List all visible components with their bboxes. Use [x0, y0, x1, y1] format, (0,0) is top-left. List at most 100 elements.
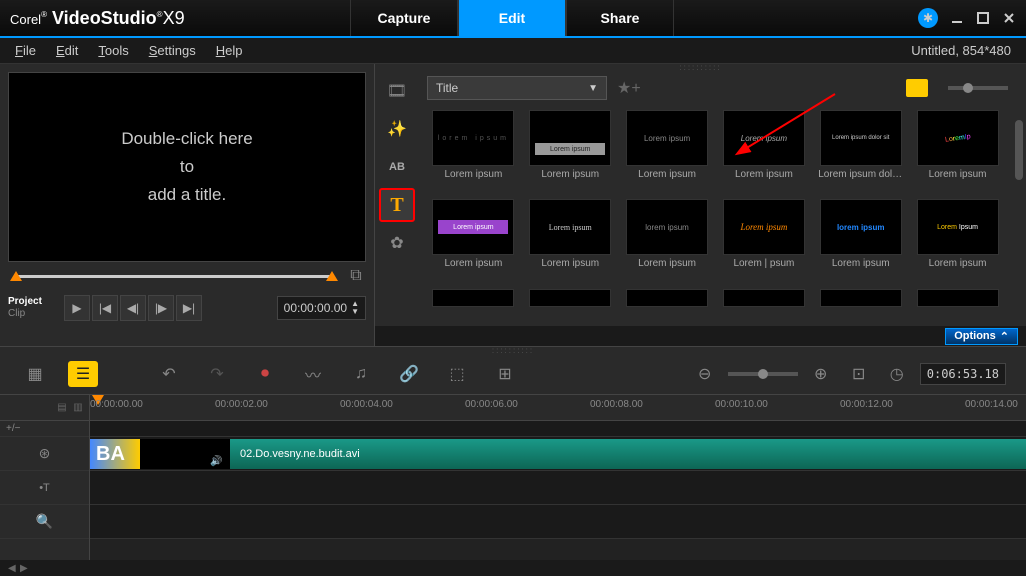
- category-instant-project-icon[interactable]: ✨: [379, 112, 415, 146]
- preview-placeholder-line: add a title.: [148, 181, 226, 209]
- thumbnail-view-button[interactable]: [906, 79, 928, 97]
- project-duration: 0:06:53.18: [920, 363, 1006, 385]
- tab-capture[interactable]: Capture: [350, 0, 458, 36]
- category-transition-icon[interactable]: AB: [379, 150, 415, 184]
- title-preset-thumbnail: Lorem ipsum: [626, 110, 708, 166]
- menu-settings[interactable]: Settings: [149, 43, 196, 58]
- track-menu-icon[interactable]: ▤: [55, 401, 69, 415]
- title-preset-item[interactable]: Lorem ipsumLorem ipsum: [621, 110, 714, 195]
- title-preset-item[interactable]: Lorem ipsumLorem | psum: [718, 199, 811, 284]
- go-start-button[interactable]: |◀: [92, 295, 118, 321]
- zoom-out-button[interactable]: ⊖: [690, 361, 720, 387]
- preview-screen[interactable]: Double-click here to add a title.: [8, 72, 366, 262]
- minimize-button[interactable]: [950, 11, 964, 25]
- timeline-zoom-slider[interactable]: [728, 372, 798, 376]
- redo-button[interactable]: ↷: [202, 361, 232, 387]
- subtitle-editor-icon[interactable]: ⬚: [442, 361, 472, 387]
- title-preset-item[interactable]: Lorem ipsumLorem ipsum: [524, 110, 617, 195]
- video-track-header[interactable]: ⊛: [0, 437, 89, 471]
- title-preset-item[interactable]: lorem ipsumLorem ipsum: [814, 199, 907, 284]
- timeline-ruler[interactable]: 00:00:00.0000:00:02.0000:00:04.0000:00:0…: [90, 395, 1026, 421]
- category-title-icon[interactable]: T: [379, 188, 415, 222]
- add-favorite-icon[interactable]: ★+: [617, 78, 641, 98]
- prev-frame-button[interactable]: ◀|: [120, 295, 146, 321]
- category-media-icon[interactable]: 🎞: [379, 74, 415, 108]
- guide-icon[interactable]: ✱: [918, 8, 938, 28]
- go-end-button[interactable]: ▶|: [176, 295, 202, 321]
- preview-timecode[interactable]: 00:00:00.00 ▲▼: [277, 296, 366, 320]
- title-preset-item[interactable]: Lorem IpsumLorem ipsum: [911, 199, 1004, 284]
- title-preset-item[interactable]: Lorem ipsum dolor sitLorem ipsum dolo...: [814, 110, 907, 195]
- enlarge-preview-icon[interactable]: ⧉: [346, 266, 366, 286]
- preview-panel: Double-click here to add a title. ⧉ Proj…: [0, 64, 374, 346]
- title-preset-item[interactable]: [427, 289, 520, 322]
- timeline-view-button[interactable]: ☰: [68, 361, 98, 387]
- storyboard-view-button[interactable]: ▦: [20, 361, 50, 387]
- playback-mode[interactable]: Project Clip: [8, 296, 64, 320]
- audio-icon: 🔊: [210, 456, 222, 467]
- mark-out-handle[interactable]: [326, 271, 338, 281]
- title-preset-item[interactable]: [814, 289, 907, 322]
- audio-mixer-icon[interactable]: 〰: [298, 361, 328, 387]
- scroll-right-icon[interactable]: ▶: [20, 563, 32, 574]
- track-tools[interactable]: +/−: [0, 421, 89, 437]
- category-graphic-icon[interactable]: ✿: [379, 226, 415, 260]
- auto-music-icon[interactable]: ♫: [346, 361, 376, 387]
- title-preset-item[interactable]: lorem ipsumLorem ipsum: [427, 110, 520, 195]
- menu-edit[interactable]: Edit: [56, 43, 78, 58]
- mark-in-handle[interactable]: [10, 271, 22, 281]
- title-preset-item[interactable]: Lorem ipsumLorem ipsum: [524, 199, 617, 284]
- scrub-bar[interactable]: [8, 269, 340, 283]
- title-preset-item[interactable]: [524, 289, 617, 322]
- library-scrollbar[interactable]: [1012, 106, 1026, 326]
- chapter-point-icon[interactable]: 🔗: [394, 361, 424, 387]
- undo-button[interactable]: ↶: [154, 361, 184, 387]
- close-button[interactable]: [1002, 11, 1016, 25]
- menu-file[interactable]: File: [15, 43, 36, 58]
- workflow-tabs: Capture Edit Share: [350, 0, 674, 36]
- title-preset-item[interactable]: lorem ipsumLorem ipsum: [621, 199, 714, 284]
- voice-track[interactable]: [90, 505, 1026, 539]
- multicam-icon[interactable]: ⊞: [490, 361, 520, 387]
- record-button[interactable]: ⏺: [250, 361, 280, 387]
- video-track[interactable]: BA 🔊 02.Do.vesny.ne.budit.avi: [90, 437, 1026, 471]
- tab-edit[interactable]: Edit: [458, 0, 566, 36]
- title-preset-label: Lorem ipsum: [541, 258, 599, 269]
- menu-tools[interactable]: Tools: [98, 43, 128, 58]
- title-preset-item[interactable]: [718, 289, 811, 322]
- menu-help[interactable]: Help: [216, 43, 243, 58]
- title-preset-label: Lorem ipsum dolo...: [818, 169, 903, 180]
- title-track[interactable]: [90, 471, 1026, 505]
- options-panel-toggle[interactable]: Options ⌃: [945, 328, 1018, 345]
- marker-track[interactable]: [90, 421, 1026, 437]
- add-track-icon[interactable]: ▥: [71, 401, 85, 415]
- title-track-header[interactable]: •T: [0, 471, 89, 505]
- title-preset-item[interactable]: Lorem ipsumLorem ipsum: [718, 110, 811, 195]
- play-button[interactable]: ▶: [64, 295, 90, 321]
- fit-timeline-button[interactable]: ⊡: [844, 361, 874, 387]
- timeline-horizontal-scrollbar[interactable]: ◀ ▶: [0, 560, 1026, 576]
- title-preset-thumbnail: lorem ipsum: [626, 199, 708, 255]
- title-preset-thumbnail: Lorem Ipsum: [917, 199, 999, 255]
- scroll-left-icon[interactable]: ◀: [8, 563, 20, 574]
- title-preset-item[interactable]: Lorem ipsumLorem ipsum: [427, 199, 520, 284]
- title-bar: Corel® VideoStudio®X9 Capture Edit Share…: [0, 0, 1026, 38]
- timecode-spinner[interactable]: ▲▼: [351, 300, 359, 316]
- title-preset-item[interactable]: [621, 289, 714, 322]
- maximize-button[interactable]: [976, 11, 990, 25]
- clip-segment[interactable]: 🔊: [140, 439, 230, 469]
- next-frame-button[interactable]: |▶: [148, 295, 174, 321]
- library-folder-dropdown[interactable]: Title ▼: [427, 76, 607, 100]
- zoom-in-button[interactable]: ⊕: [806, 361, 836, 387]
- chevron-up-icon: ⌃: [1000, 330, 1009, 343]
- thumbnail-zoom-slider[interactable]: [948, 86, 1008, 90]
- title-preset-item[interactable]: LoremIpLorem ipsum: [911, 110, 1004, 195]
- tab-share[interactable]: Share: [566, 0, 674, 36]
- title-preset-item[interactable]: [911, 289, 1004, 322]
- project-duration-icon[interactable]: ◷: [882, 361, 912, 387]
- title-preset-label: Lorem ipsum: [929, 169, 987, 180]
- clip-thumbnail[interactable]: BA: [90, 439, 140, 469]
- video-clip[interactable]: 02.Do.vesny.ne.budit.avi: [230, 439, 1026, 469]
- title-preset-label: Lorem ipsum: [735, 169, 793, 180]
- voice-track-header[interactable]: 🔍: [0, 505, 89, 539]
